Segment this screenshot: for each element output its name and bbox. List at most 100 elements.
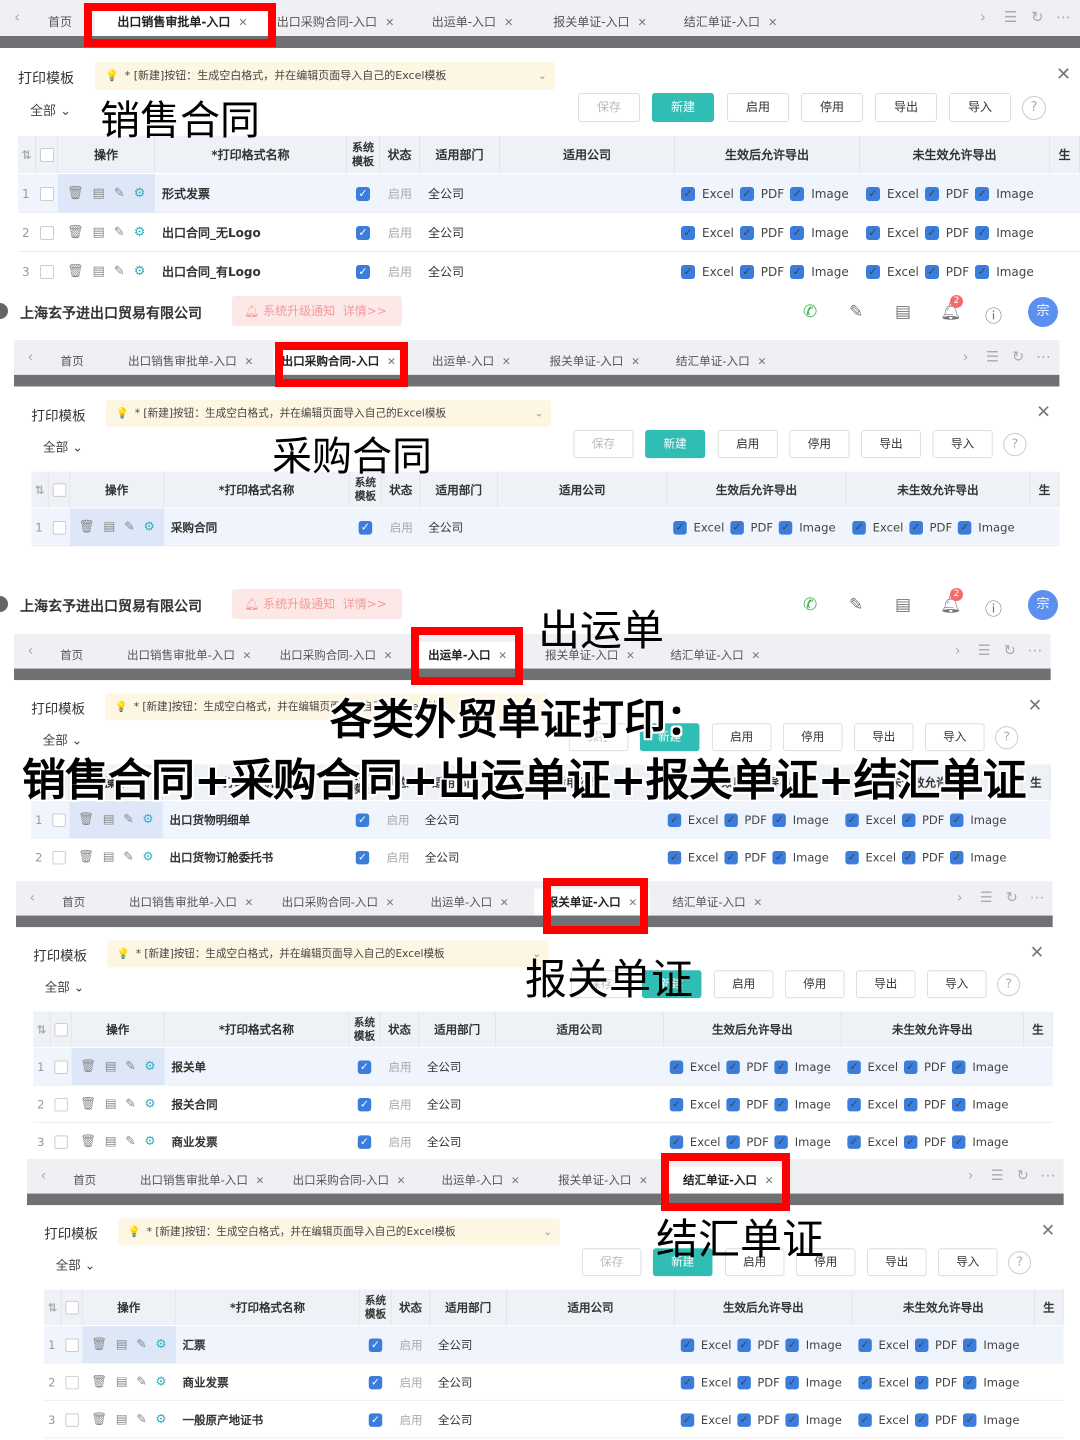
system-template-checkbox[interactable]: ✓ [356, 213, 370, 252]
chevron-right-icon[interactable]: › [968, 1167, 974, 1184]
system-template-checkbox[interactable]: ✓ [357, 1123, 372, 1155]
checkbox-checked[interactable]: ✓ [673, 520, 687, 535]
more-icon[interactable]: ⋯ [1036, 348, 1051, 365]
checkbox-checked[interactable]: ✓ [669, 1060, 684, 1074]
button-2[interactable]: 启用 [717, 430, 778, 459]
checkbox-checked[interactable]: ✓ [739, 225, 754, 240]
chevron-left-icon[interactable]: ‹ [40, 1167, 46, 1184]
table-row[interactable]: 1 🗑 ▤ ✎ ⚙ 汇票 ✓ 启用 全公司 ✓ Excel ✓ PDF ✓ Image ✓ Exce… [44, 1326, 1064, 1364]
row-checkbox[interactable] [54, 1123, 68, 1155]
checkbox-checked[interactable]: ✓ [847, 1097, 861, 1111]
tab-1[interactable]: 出口销售审批单-入口 ✕ [106, 348, 275, 375]
checkbox-checked[interactable]: ✓ [739, 264, 754, 279]
copy-icon[interactable]: ▤ [93, 186, 105, 201]
more-icon[interactable]: ⋯ [1028, 642, 1042, 659]
upgrade-notice[interactable]: 🔔︎ 系统升级通知 详情>> [232, 589, 402, 619]
avatar[interactable]: 宗 [1028, 590, 1058, 620]
filter-dropdown[interactable]: 全部 ⌄ [56, 1255, 95, 1273]
button-1[interactable]: 新建 [652, 93, 714, 122]
copy-icon[interactable]: ▤ [105, 1060, 117, 1074]
checkbox-checked[interactable]: ✓ [774, 1060, 789, 1074]
gear-icon[interactable]: ⚙ [142, 850, 153, 864]
menu-icon[interactable]: ☰ [978, 642, 991, 659]
checkbox-checked[interactable]: ✓ [903, 1134, 918, 1149]
checkbox-checked[interactable]: ✓ [680, 1412, 695, 1427]
filter-dropdown[interactable]: 全部 ⌄ [43, 437, 83, 456]
checkbox-checked[interactable]: ✓ [774, 1097, 789, 1111]
chevron-left-icon[interactable]: ‹ [28, 348, 34, 365]
gear-icon[interactable]: ⚙ [134, 225, 146, 240]
details-link[interactable]: 详情>> [343, 304, 387, 318]
tab-0[interactable]: 首页 [43, 642, 101, 669]
button-5[interactable]: 导入 [927, 970, 987, 999]
tab-5[interactable]: 结汇单证-入口 ✕ [657, 889, 777, 916]
more-icon[interactable]: ⋯ [1041, 1167, 1055, 1184]
checkbox-checked[interactable]: ✓ [774, 1134, 789, 1149]
tab-5[interactable]: 结汇单证-入口 ✕ [668, 8, 793, 36]
chevron-left-icon[interactable]: ‹ [29, 889, 35, 906]
chevron-down-icon[interactable]: ⌄ [538, 62, 547, 90]
whatsapp-icon[interactable]: ✆ [803, 302, 817, 322]
tab-0[interactable]: 首页 [30, 8, 90, 36]
checkbox-checked[interactable]: ✓ [681, 186, 695, 201]
trash-icon[interactable]: 🗑 [80, 1060, 96, 1074]
format-name[interactable]: 出口货物订舱委托书 [170, 838, 274, 866]
checkbox-checked[interactable]: ✓ [858, 1375, 872, 1389]
sort-icon[interactable]: ⇅ [18, 136, 36, 173]
close-tab-icon[interactable]: ✕ [639, 1174, 648, 1186]
button-3[interactable]: 停用 [801, 93, 863, 122]
close-tab-icon[interactable]: ✕ [244, 355, 253, 368]
button-5[interactable]: 导入 [949, 93, 1011, 122]
checkbox-checked[interactable]: ✓ [914, 1375, 929, 1389]
table-row[interactable]: 3 🗑 ▤ ✎ ⚙ 商业发票 ✓ 启用 全公司 ✓ Excel ✓ PDF ✓ Image ✓ Ex… [33, 1123, 1053, 1155]
row-checkbox[interactable] [54, 1048, 68, 1085]
table-row[interactable]: 2 🗑 ▤ ✎ ⚙ 报关合同 ✓ 启用 全公司 ✓ Excel ✓ PDF ✓ Image ✓ Ex… [33, 1085, 1053, 1123]
tab-1[interactable]: 出口销售审批单-入口 ✕ [107, 889, 275, 916]
row-checkbox[interactable] [52, 838, 66, 866]
chevron-left-icon[interactable]: ‹ [14, 8, 20, 26]
button-0[interactable]: 保存 [581, 1248, 642, 1277]
table-row[interactable]: 2 🗑 ▤ ✎ ⚙ 出口货物订舱委托书 ✓ 启用 全公司 ✓ Excel ✓ PDF ✓ Ima… [31, 838, 1051, 866]
row-checkbox[interactable] [40, 252, 54, 290]
edit-icon[interactable]: ✎ [136, 1338, 146, 1352]
tab-4[interactable]: 报关单证-入口 ✕ [537, 348, 653, 375]
upgrade-notice[interactable]: 🔔︎ 系统升级通知 详情>> [232, 296, 402, 326]
checkbox-checked[interactable]: ✓ [924, 264, 939, 279]
gear-icon[interactable]: ⚙ [142, 813, 153, 827]
format-name[interactable]: 出口合同_有Logo [162, 252, 261, 290]
button-4[interactable]: 导出 [856, 970, 916, 999]
tab-4[interactable]: 报关单证-入口 ✕ [540, 8, 660, 36]
format-name[interactable]: 形式发票 [162, 174, 210, 213]
tab-2[interactable]: 出口采购合同-入口 ✕ [273, 889, 403, 916]
trash-icon[interactable]: 🗑 [79, 520, 95, 535]
menu-icon[interactable]: ☰ [1004, 8, 1017, 26]
system-template-checkbox[interactable]: ✓ [358, 508, 373, 546]
checkbox-checked[interactable]: ✓ [667, 850, 682, 864]
table-row[interactable]: 1 🗑 ▤ ✎ ⚙ 报关单 ✓ 启用 全公司 ✓ Excel ✓ PDF ✓ Image ✓ Exc… [33, 1048, 1053, 1086]
checkbox-checked[interactable]: ✓ [975, 264, 990, 279]
button-2[interactable]: 启用 [727, 93, 789, 122]
format-name[interactable]: 采购合同 [171, 508, 217, 546]
close-tab-icon[interactable]: ✕ [768, 16, 777, 29]
close-tab-icon[interactable]: ✕ [757, 355, 766, 368]
close-icon[interactable]: ✕ [1030, 942, 1044, 962]
checkbox-checked[interactable]: ✓ [957, 520, 972, 535]
trash-icon[interactable]: 🗑 [67, 186, 84, 201]
copy-icon[interactable]: ▤ [103, 813, 115, 827]
checkbox-checked[interactable]: ✓ [737, 1412, 751, 1427]
filter-dropdown[interactable]: 全部 ⌄ [45, 977, 84, 995]
button-3[interactable]: 停用 [784, 970, 845, 999]
row-checkbox[interactable] [54, 1085, 68, 1122]
chevron-left-icon[interactable]: ‹ [27, 642, 33, 659]
checkbox-checked[interactable]: ✓ [667, 813, 682, 827]
checkbox-checked[interactable]: ✓ [963, 1375, 977, 1389]
system-template-checkbox[interactable]: ✓ [356, 252, 370, 290]
tab-0[interactable]: 首页 [43, 348, 101, 375]
tab-0[interactable]: 首页 [45, 889, 103, 916]
tab-3[interactable]: 出运单-入口 ✕ [414, 889, 524, 916]
tab-2[interactable]: 出口采购合同-入口 ✕ [268, 8, 403, 36]
close-tab-icon[interactable]: ✕ [504, 16, 513, 29]
checkbox-checked[interactable]: ✓ [778, 520, 793, 535]
checkbox-checked[interactable]: ✓ [680, 1338, 695, 1352]
checkbox-checked[interactable]: ✓ [975, 186, 990, 201]
